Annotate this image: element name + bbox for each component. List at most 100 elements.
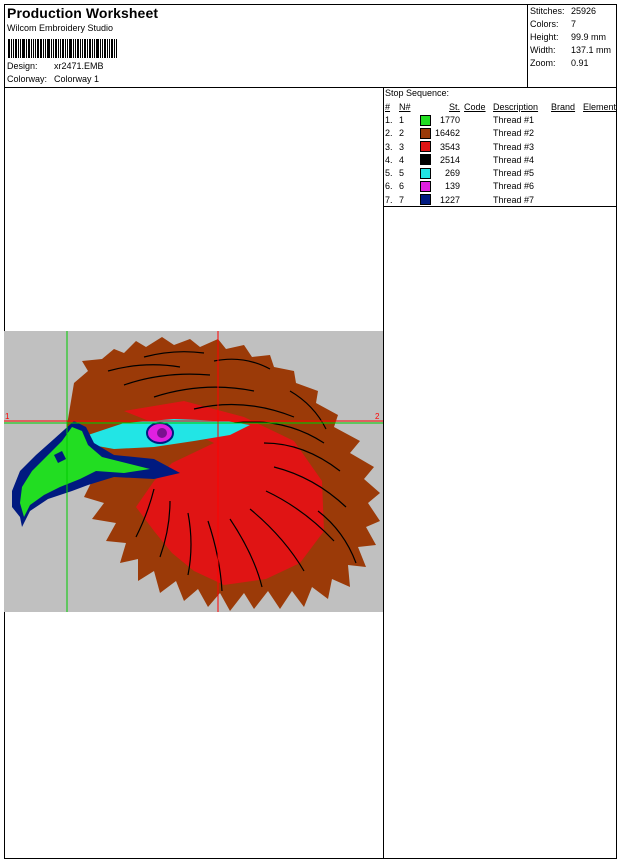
- row-needle: 7: [399, 194, 405, 205]
- row-code: [464, 140, 493, 153]
- stitches-value: 25926: [571, 6, 597, 16]
- stats-divider: [527, 4, 528, 87]
- row-element: [583, 193, 616, 206]
- row-needle: 1: [399, 114, 405, 125]
- row-index: 4.: [385, 154, 393, 165]
- row-description: Thread #1: [493, 114, 535, 125]
- barcode-bar: [15, 39, 17, 58]
- swatch-cell: [415, 180, 435, 193]
- barcode-bar: [82, 39, 83, 58]
- design-value: xr2471.EMB: [54, 61, 104, 71]
- row-code: [464, 193, 493, 206]
- row-description: Thread #6: [493, 181, 535, 192]
- barcode-bar: [62, 39, 64, 58]
- color-swatch: [419, 194, 431, 206]
- col-needle: N#: [399, 101, 411, 112]
- row-needle: 6: [399, 181, 405, 192]
- colors-label: Colors:: [530, 19, 559, 29]
- barcode-bar: [22, 39, 25, 58]
- row-description: Thread #5: [493, 168, 535, 179]
- colors-value: 7: [571, 19, 577, 29]
- marker-left: 1: [5, 412, 10, 421]
- page-title: Production Worksheet: [7, 5, 159, 21]
- row-brand: [551, 193, 583, 206]
- barcode-bar: [73, 39, 74, 58]
- col-description: Description: [493, 101, 539, 112]
- row-element: [583, 127, 616, 140]
- barcode-bar: [20, 39, 21, 58]
- stop-sequence-title: Stop Sequence:: [385, 88, 450, 98]
- barcode-bar: [75, 39, 76, 58]
- swatch-cell: [415, 140, 435, 153]
- stitches-label: Stitches:: [530, 6, 565, 16]
- color-swatch: [419, 114, 431, 126]
- barcode-bar: [35, 39, 36, 58]
- row-stitches: 1227: [440, 194, 461, 205]
- sequence-row: 7. 7 1227 Thread #7: [384, 193, 616, 206]
- color-swatch: [419, 127, 431, 139]
- design-preview: 1 2: [4, 331, 383, 612]
- barcode-bar: [109, 39, 110, 58]
- row-stitches: 3543: [440, 141, 461, 152]
- row-brand: [551, 140, 583, 153]
- swatch-cell: [415, 166, 435, 179]
- sequence-row: 2. 2 16462 Thread #2: [384, 127, 616, 140]
- barcode-bar: [18, 39, 19, 58]
- eagle-design: 1 2: [4, 331, 383, 612]
- row-code: [464, 153, 493, 166]
- barcode: [8, 39, 131, 58]
- barcode-bar: [107, 39, 108, 58]
- barcode-bar: [94, 39, 95, 58]
- row-code: [464, 180, 493, 193]
- barcode-bar: [13, 39, 14, 58]
- col-swatch: [415, 100, 435, 113]
- col-stitches: St.: [449, 101, 461, 112]
- barcode-bar: [53, 39, 54, 58]
- swatch-cell: [415, 113, 435, 126]
- color-swatch: [419, 154, 431, 166]
- sequence-header-row: # N# St. Code Description Brand Element: [384, 100, 616, 113]
- barcode-bar: [45, 39, 46, 58]
- barcode-bar: [60, 39, 61, 58]
- row-brand: [551, 153, 583, 166]
- barcode-bar: [114, 39, 115, 58]
- barcode-bar: [87, 39, 88, 58]
- row-needle: 3: [399, 141, 405, 152]
- row-element: [583, 180, 616, 193]
- height-value: 99.9 mm: [571, 32, 607, 42]
- barcode-bar: [43, 39, 44, 58]
- barcode-bar: [47, 39, 50, 58]
- barcode-bar: [40, 39, 42, 58]
- eagle-pupil: [157, 428, 167, 438]
- sequence-row: 3. 3 3543 Thread #3: [384, 140, 616, 153]
- sequence-row: 4. 4 2514 Thread #4: [384, 153, 616, 166]
- barcode-bar: [69, 39, 72, 58]
- barcode-bar: [67, 39, 68, 58]
- swatch-cell: [415, 127, 435, 140]
- row-index: 3.: [385, 141, 393, 152]
- barcode-bar: [100, 39, 101, 58]
- software-name: Wilcom Embroidery Studio: [7, 23, 114, 33]
- barcode-bar: [89, 39, 91, 58]
- col-brand: Brand: [551, 101, 576, 112]
- row-code: [464, 166, 493, 179]
- col-element: Element: [583, 101, 617, 112]
- barcode-bar: [33, 39, 34, 58]
- row-code: [464, 127, 493, 140]
- row-needle: 4: [399, 154, 405, 165]
- row-brand: [551, 180, 583, 193]
- color-swatch: [419, 141, 431, 153]
- col-code: Code: [464, 101, 486, 112]
- row-brand: [551, 113, 583, 126]
- width-value: 137.1 mm: [571, 45, 612, 55]
- barcode-bar: [84, 39, 86, 58]
- swatch-cell: [415, 153, 435, 166]
- row-description: Thread #3: [493, 141, 535, 152]
- sequence-row: 1. 1 1770 Thread #1: [384, 113, 616, 126]
- stop-sequence-table: # N# St. Code Description Brand Element …: [384, 100, 616, 206]
- barcode-bar: [92, 39, 93, 58]
- barcode-bar: [28, 39, 30, 58]
- barcode-bar: [26, 39, 27, 58]
- barcode-bar: [31, 39, 32, 58]
- barcode-bar: [111, 39, 113, 58]
